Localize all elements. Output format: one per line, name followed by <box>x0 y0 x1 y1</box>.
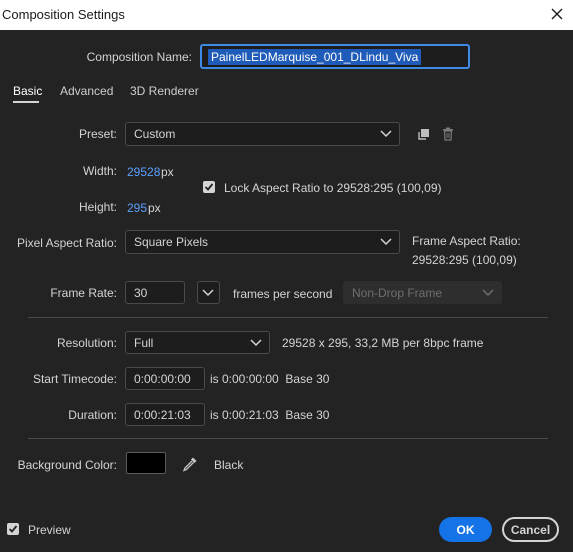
duration-info: is 0:00:21:03 Base 30 <box>210 408 330 422</box>
frame-aspect-label: Frame Aspect Ratio: <box>412 234 521 248</box>
background-color-swatch[interactable] <box>126 452 166 474</box>
frame-aspect-value: 29528:295 (100,09) <box>412 253 517 267</box>
pixel-aspect-value: Square Pixels <box>134 235 209 249</box>
divider <box>28 438 548 439</box>
chevron-down-icon <box>380 130 392 138</box>
start-timecode-label: Start Timecode: <box>32 372 117 386</box>
preset-label: Preset: <box>78 127 117 141</box>
frame-rate-label: Frame Rate: <box>50 286 117 300</box>
height-label: Height: <box>78 200 117 214</box>
checkmark-icon <box>8 525 18 533</box>
chevron-down-icon <box>380 238 392 246</box>
preset-value: Custom <box>134 127 176 141</box>
duration-label: Duration: <box>68 408 117 422</box>
duration-input[interactable]: 0:00:21:03 <box>125 403 205 426</box>
lock-aspect-label: Lock Aspect Ratio to 29528:295 (100,09) <box>224 181 442 195</box>
preset-dropdown[interactable]: Custom <box>125 122 400 146</box>
composition-name-input[interactable]: PainelLEDMarquise_001_DLindu_Viva <box>200 44 470 69</box>
chevron-down-icon <box>482 288 494 296</box>
start-timecode-info: is 0:00:00:00 Base 30 <box>210 372 330 386</box>
width-unit: px <box>161 165 174 179</box>
frame-rate-unit: frames per second <box>233 287 333 301</box>
pixel-aspect-dropdown[interactable]: Square Pixels <box>125 230 400 254</box>
height-unit: px <box>148 201 161 215</box>
eyedropper-icon[interactable] <box>182 456 198 472</box>
frame-rate-input[interactable]: 30 <box>125 281 185 304</box>
tab-advanced[interactable]: Advanced <box>60 84 113 98</box>
window-title: Composition Settings <box>2 7 125 22</box>
tab-basic[interactable]: Basic <box>13 84 42 98</box>
background-color-name: Black <box>214 458 244 472</box>
pixel-aspect-label: Pixel Aspect Ratio: <box>16 236 117 250</box>
start-timecode-input[interactable]: 0:00:00:00 <box>125 367 205 390</box>
drop-frame-dropdown[interactable]: Non-Drop Frame <box>343 281 502 304</box>
divider <box>28 317 548 318</box>
width-value[interactable]: 29528 <box>127 165 160 179</box>
save-preset-icon[interactable] <box>417 127 431 141</box>
composition-name-label: Composition Name: <box>86 50 192 64</box>
lock-aspect-checkbox[interactable] <box>203 181 215 193</box>
chevron-down-icon <box>202 288 214 296</box>
frame-rate-value: 30 <box>134 285 148 300</box>
background-color-label: Background Color: <box>17 458 117 472</box>
trash-icon[interactable] <box>442 127 454 141</box>
preview-label: Preview <box>28 523 71 537</box>
resolution-info: 29528 x 295, 33,2 MB per 8bpc frame <box>282 336 484 350</box>
preview-checkbox[interactable] <box>7 523 19 535</box>
cancel-button[interactable]: Cancel <box>502 517 559 542</box>
resolution-dropdown[interactable]: Full <box>125 331 270 354</box>
chevron-down-icon <box>250 338 262 346</box>
resolution-value: Full <box>134 335 154 350</box>
drop-frame-value: Non-Drop Frame <box>352 285 443 300</box>
height-value[interactable]: 295 <box>127 201 147 215</box>
tab-3d-renderer[interactable]: 3D Renderer <box>130 84 199 98</box>
frame-rate-dropdown[interactable] <box>197 281 220 304</box>
title-bar: Composition Settings <box>0 0 573 30</box>
checkmark-icon <box>204 183 214 191</box>
duration-value: 0:00:21:03 <box>134 407 191 422</box>
start-timecode-value: 0:00:00:00 <box>134 371 191 386</box>
ok-button[interactable]: OK <box>439 517 492 542</box>
width-label: Width: <box>82 164 117 178</box>
close-icon[interactable] <box>549 6 565 22</box>
composition-name-value: PainelLEDMarquise_001_DLindu_Viva <box>208 48 422 65</box>
active-tab-indicator <box>13 101 39 103</box>
resolution-label: Resolution: <box>56 336 117 350</box>
